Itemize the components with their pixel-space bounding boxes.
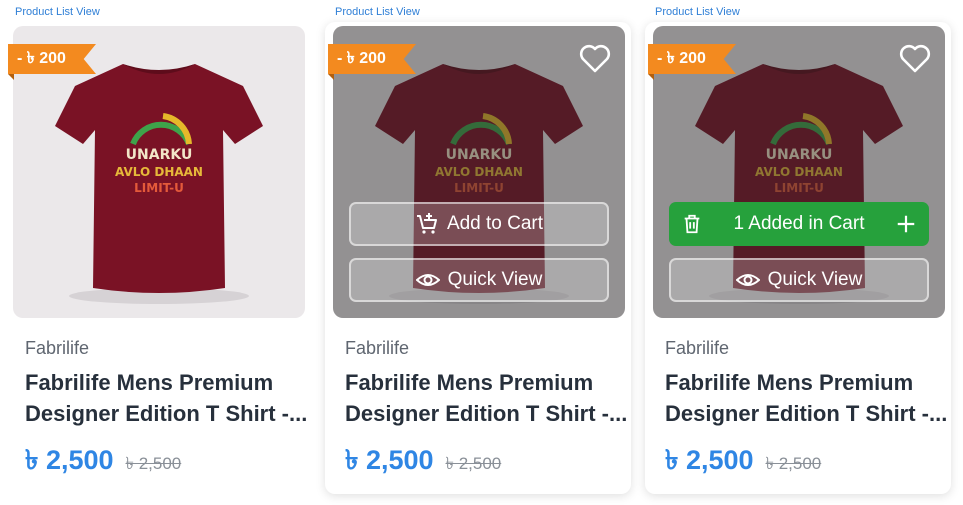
add-to-cart-button[interactable]: Add to Cart	[349, 202, 609, 246]
product-brand: Fabrilife	[345, 338, 410, 358]
print-line-2: AVLO DHAAN	[115, 165, 203, 179]
cart-quantity-control: 1 Added in Cart	[669, 202, 929, 246]
product-card-column-1: Product List View UNARKU AVLO DHAAN LIMI…	[5, 0, 311, 505]
quick-view-label: Quick View	[447, 269, 543, 290]
product-card[interactable]: UNARKU AVLO DHAAN LIMIT-U Add to Cart Qu…	[325, 22, 631, 494]
product-card-column-2: Product List View UNARKU AVLO DHAAN LIMI…	[325, 0, 631, 505]
product-card-column-3: Product List View UNARKU AVLO DHAAN LIMI…	[645, 0, 951, 505]
badge-fold	[328, 74, 334, 80]
current-price: ৳ 2,500	[345, 445, 434, 475]
quick-view-label: Quick View	[767, 269, 863, 290]
added-in-cart-label: 1 Added in Cart	[733, 213, 865, 234]
product-title[interactable]: Fabrilife Mens Premium Designer Edition …	[665, 367, 948, 429]
original-price: ৳ 2,500	[765, 454, 822, 473]
current-price: ৳ 2,500	[665, 445, 754, 475]
product-title-line-1: Fabrilife Mens Premium	[665, 370, 914, 395]
discount-badge: - ৳ 200	[328, 44, 416, 74]
print-line-1: UNARKU	[126, 147, 193, 163]
view-label: Product List View	[655, 6, 740, 18]
original-price: ৳ 2,500	[445, 454, 502, 473]
product-title-line-1: Fabrilife Mens Premium	[345, 370, 594, 395]
product-brand: Fabrilife	[665, 338, 730, 358]
heart-icon[interactable]	[897, 40, 933, 76]
price-row: ৳ 2,500 ৳ 2,500	[665, 440, 821, 485]
eye-icon	[415, 268, 440, 292]
current-price: ৳ 2,500	[25, 445, 114, 475]
discount-badge: - ৳ 200	[648, 44, 736, 74]
product-card[interactable]: UNARKU AVLO DHAAN LIMIT-U - ৳ 200 Fabril…	[5, 22, 311, 494]
original-price: ৳ 2,500	[125, 454, 182, 473]
print-line-3: LIMIT-U	[134, 181, 184, 195]
product-title[interactable]: Fabrilife Mens Premium Designer Edition …	[25, 367, 308, 429]
heart-icon[interactable]	[577, 40, 613, 76]
view-label: Product List View	[15, 6, 100, 18]
badge-fold	[648, 74, 654, 80]
badge-fold	[8, 74, 14, 80]
product-title-line-2: Designer Edition T Shirt -...	[25, 401, 308, 426]
product-title-line-2: Designer Edition T Shirt -...	[665, 401, 948, 426]
view-label: Product List View	[335, 6, 420, 18]
add-to-cart-label: Add to Cart	[446, 213, 544, 234]
discount-badge: - ৳ 200	[8, 44, 96, 74]
product-title-line-1: Fabrilife Mens Premium	[25, 370, 274, 395]
product-title[interactable]: Fabrilife Mens Premium Designer Edition …	[345, 367, 628, 429]
trash-icon[interactable]	[681, 213, 703, 235]
plus-icon[interactable]	[895, 213, 917, 235]
product-brand: Fabrilife	[25, 338, 90, 358]
product-card[interactable]: UNARKU AVLO DHAAN LIMIT-U 1 Added in Car…	[645, 22, 951, 494]
product-title-line-2: Designer Edition T Shirt -...	[345, 401, 628, 426]
price-row: ৳ 2,500 ৳ 2,500	[345, 440, 501, 485]
price-row: ৳ 2,500 ৳ 2,500	[25, 440, 181, 485]
quick-view-button[interactable]: Quick View	[349, 258, 609, 302]
quick-view-button[interactable]: Quick View	[669, 258, 929, 302]
cart-add-icon	[415, 212, 439, 236]
eye-icon	[735, 268, 760, 292]
